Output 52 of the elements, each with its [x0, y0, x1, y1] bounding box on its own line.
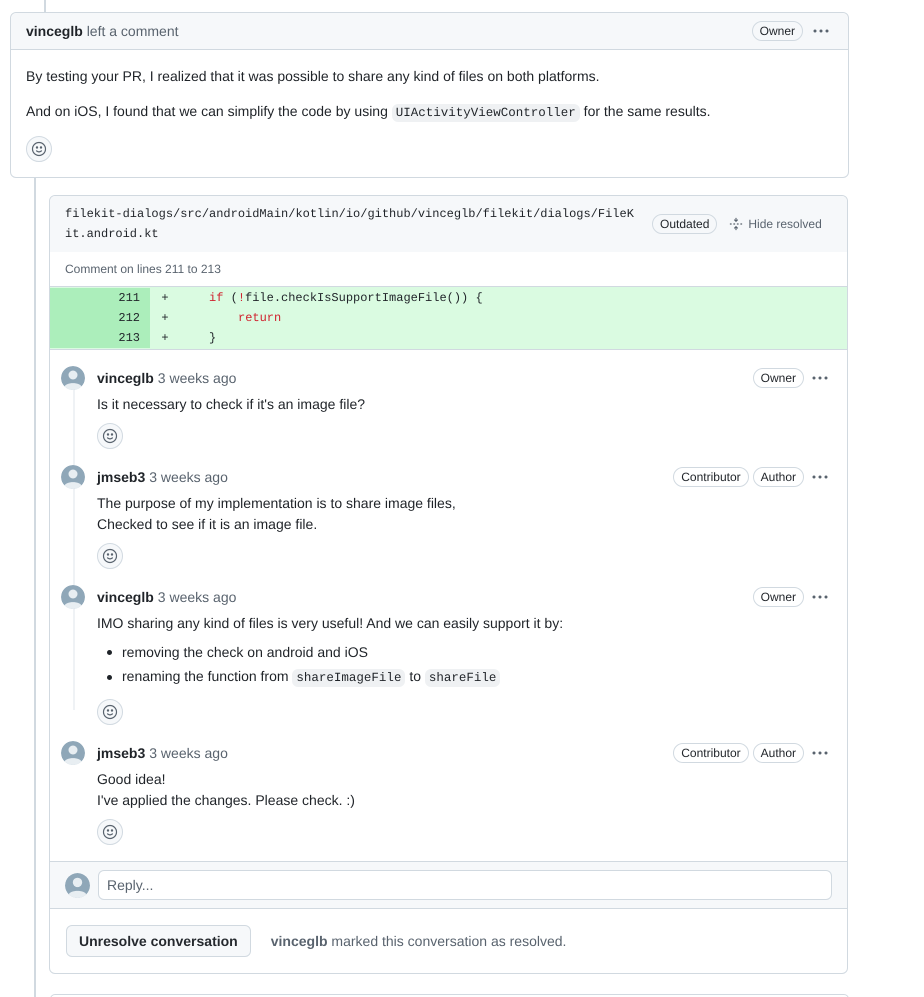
list-item-text: renaming the function from shareImageFile to shareFile	[122, 666, 500, 689]
add-reaction-button[interactable]	[97, 423, 123, 449]
code-line: if (!file.checkIsSupportImageFile()) {	[209, 290, 483, 307]
reply-field[interactable]: Reply...	[98, 870, 832, 900]
role-badge: Owner	[752, 368, 804, 388]
role-badge: Outdated	[652, 214, 718, 234]
unresolve-button[interactable]: Unresolve conversation	[66, 925, 251, 957]
role-badge: Author	[752, 467, 804, 487]
comment-text: Is it necessary to check if it's an image file?	[97, 395, 366, 414]
comment-author[interactable]: vinceglb	[97, 368, 154, 388]
smiley-icon[interactable]	[102, 824, 118, 840]
add-reaction-button[interactable]	[97, 819, 123, 845]
code-line: return	[238, 310, 282, 327]
comment-text: And on iOS, I found that we can simplify the code by using UIActivityViewController for the same results.	[26, 102, 712, 124]
comment-text: IMO sharing any kind of files is very useful! And we can easily support it by:	[97, 614, 564, 633]
add-reaction-button[interactable]	[97, 543, 123, 569]
comment-text: The purpose of my implementation is to share image files, Checked to see if it is an image file.	[97, 494, 457, 534]
line-number: 213	[50, 328, 150, 348]
file-path[interactable]: filekit-dialogs/src/androidMain/kotlin/io/github/vinceglb/filekit/dialogs/FileKit.android.kt	[65, 204, 640, 244]
add-reaction-button[interactable]	[97, 699, 123, 725]
smiley-icon[interactable]	[31, 141, 47, 157]
role-badge: Owner	[752, 21, 803, 41]
comment-text: By testing your PR, I realized that it was possible to share any kind of files on both platforms.	[26, 67, 601, 86]
comment-time[interactable]: 3 weeks ago	[149, 742, 228, 764]
comment-author[interactable]: jmseb3	[97, 742, 146, 764]
resolved-status-text: vinceglb marked this conversation as resolved.	[270, 932, 566, 951]
code-line: }	[209, 330, 216, 347]
bullet-icon	[107, 650, 112, 655]
role-badge: Contributor	[673, 467, 749, 487]
line-number: 211	[50, 288, 150, 308]
smiley-icon[interactable]	[102, 428, 118, 444]
comment-text: Good idea! I've applied the changes. Please check. :)	[97, 770, 356, 810]
hide-resolved-button[interactable]: Hide resolved	[729, 215, 822, 233]
add-reaction-button[interactable]	[26, 136, 52, 162]
collapse-icon	[729, 217, 744, 231]
smiley-icon[interactable]	[102, 704, 118, 720]
diff-sign: +	[160, 310, 170, 327]
role-badge: Author	[752, 743, 804, 763]
smiley-icon[interactable]	[102, 548, 118, 564]
diff-sign: +	[160, 290, 170, 307]
comment-time[interactable]: 3 weeks ago	[149, 466, 228, 488]
comment-time[interactable]: 3 weeks ago	[158, 368, 236, 388]
role-badge: Owner	[752, 587, 804, 607]
role-badge: Contributor	[673, 743, 749, 763]
comment-header-text: vinceglb left a comment	[26, 22, 179, 41]
line-number: 212	[50, 308, 150, 328]
comment-author[interactable]: vinceglb	[97, 586, 154, 608]
diff-sign: +	[160, 330, 170, 347]
list-item-text: removing the check on android and iOS	[122, 643, 368, 662]
bullet-icon	[107, 675, 112, 680]
comment-time[interactable]: 3 weeks ago	[158, 586, 236, 608]
comment-author[interactable]: jmseb3	[97, 466, 146, 488]
